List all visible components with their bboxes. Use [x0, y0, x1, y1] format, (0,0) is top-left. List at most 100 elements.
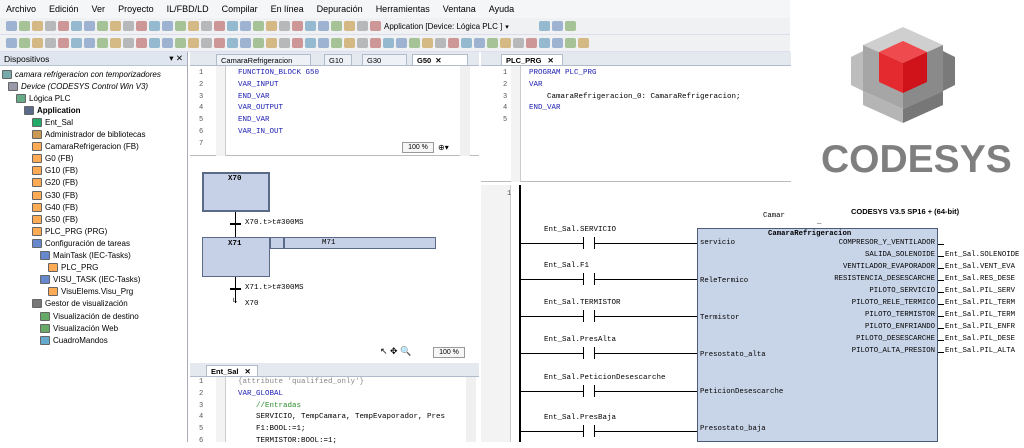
- plcprg-declaration[interactable]: 1 2 3 4 5 PROGRAM PLC_PRG VAR CamaraRefrigera…: [481, 66, 791, 182]
- toolbar-icon[interactable]: [565, 21, 576, 31]
- toolbar-icon[interactable]: [188, 21, 199, 31]
- toolbar-icon[interactable]: [305, 38, 316, 48]
- toolbar-icon[interactable]: [461, 38, 472, 48]
- toolbar-icon[interactable]: [448, 38, 459, 48]
- toolbar-icon[interactable]: [422, 38, 433, 48]
- toolbar-icon[interactable]: [58, 21, 69, 31]
- toolbar-icon[interactable]: [266, 21, 277, 31]
- tree-item[interactable]: G10 (FB): [32, 165, 78, 177]
- toolbar-icon[interactable]: [292, 21, 303, 31]
- toolbar-icon[interactable]: [305, 21, 316, 31]
- plcprg-code[interactable]: PROGRAM PLC_PRG VAR CamaraRefrigeracion_0…: [529, 68, 741, 115]
- toolbar-icon[interactable]: [149, 38, 160, 48]
- tree-item[interactable]: CamaraRefrigeracion (FB): [32, 141, 139, 153]
- toolbar-icon[interactable]: [292, 38, 303, 48]
- toolbar-icon[interactable]: [214, 38, 225, 48]
- no-contact[interactable]: [583, 237, 595, 249]
- toolbar-icon[interactable]: [539, 21, 550, 31]
- toolbar-icon[interactable]: [58, 38, 69, 48]
- close-icon[interactable]: ✕: [547, 56, 553, 65]
- toolbar-icon[interactable]: [6, 21, 17, 31]
- toolbar-icon[interactable]: [97, 38, 108, 48]
- tree-item[interactable]: G20 (FB): [32, 177, 78, 189]
- menu-item[interactable]: Archivo: [6, 4, 36, 14]
- sfc-transition-2[interactable]: [230, 288, 241, 290]
- tree-item[interactable]: G40 (FB): [32, 201, 78, 213]
- toolbar-icon[interactable]: [227, 38, 238, 48]
- tree-item[interactable]: Ent_Sal: [32, 116, 73, 128]
- tree-item[interactable]: Administrador de bibliotecas: [32, 129, 146, 141]
- close-icon[interactable]: ✕: [245, 367, 251, 376]
- toolbar-icon[interactable]: [136, 38, 147, 48]
- toolbar-icon[interactable]: [383, 38, 394, 48]
- menu-item[interactable]: Ver: [92, 4, 106, 14]
- menu-item[interactable]: Ayuda: [489, 4, 514, 14]
- toolbar-icon[interactable]: [19, 38, 30, 48]
- tree-item[interactable]: Visualización de destino: [40, 310, 139, 322]
- toolbar-icon[interactable]: [149, 21, 160, 31]
- tree-item[interactable]: CuadroMandos: [40, 334, 108, 346]
- tree-item[interactable]: PLC_PRG (PRG): [32, 225, 107, 237]
- toolbar-icon[interactable]: [162, 38, 173, 48]
- toolbar-icon[interactable]: [123, 38, 134, 48]
- toolbar-icon[interactable]: [175, 38, 186, 48]
- toolbar-icon[interactable]: [227, 21, 238, 31]
- menu-item[interactable]: Edición: [49, 4, 79, 14]
- toolbar-icon[interactable]: [253, 21, 264, 31]
- toolbar-icon[interactable]: [162, 21, 173, 31]
- g50-declaration[interactable]: FUNCTION_BLOCK G50 VAR_INPUT END_VAR VAR_OU…: [190, 66, 479, 156]
- toolbar-icon[interactable]: [84, 21, 95, 31]
- toolbar-icon[interactable]: [97, 21, 108, 31]
- toolbar-icon[interactable]: [487, 38, 498, 48]
- tab-camararefrigeracion[interactable]: CamaraRefrigeracion: [216, 54, 311, 65]
- pin-icon[interactable]: ▾ ✕: [169, 53, 183, 64]
- tree-item[interactable]: G30 (FB): [32, 189, 78, 201]
- toolbar-icon[interactable]: [578, 38, 589, 48]
- toolbar-icon[interactable]: [45, 21, 56, 31]
- toolbar-icon[interactable]: [565, 38, 576, 48]
- toolbar-icon[interactable]: [396, 38, 407, 48]
- tab-g50[interactable]: G50 ✕: [412, 54, 468, 65]
- toolbar-icon[interactable]: [175, 21, 186, 31]
- toolbar-icon[interactable]: [32, 38, 43, 48]
- toolbar-icon[interactable]: [45, 38, 56, 48]
- g50-code[interactable]: FUNCTION_BLOCK G50 VAR_INPUT END_VAR VAR_OU…: [238, 68, 319, 139]
- toolbar-icon[interactable]: [370, 21, 381, 31]
- toolbar-icon[interactable]: [331, 21, 342, 31]
- tree-item[interactable]: VISU_TASK (IEC-Tasks): [40, 274, 140, 286]
- toolbar-icon[interactable]: [513, 38, 524, 48]
- sfc-transition-1[interactable]: [230, 223, 241, 225]
- toolbar-icon[interactable]: [279, 38, 290, 48]
- no-contact[interactable]: [583, 347, 595, 359]
- toolbar-icon[interactable]: [357, 21, 368, 31]
- tree-item[interactable]: MainTask (IEC-Tasks): [40, 250, 131, 262]
- tab-g30[interactable]: G30: [362, 54, 407, 65]
- toolbar-icon[interactable]: [253, 38, 264, 48]
- toolbar-icon[interactable]: [474, 38, 485, 48]
- no-contact[interactable]: [583, 310, 595, 322]
- toolbar-icon[interactable]: [370, 38, 381, 48]
- tree-item[interactable]: VisuElems.Visu_Prg: [48, 286, 133, 298]
- toolbar-icon[interactable]: [71, 38, 82, 48]
- toolbar-icon[interactable]: [240, 38, 251, 48]
- toolbar-icon[interactable]: [318, 21, 329, 31]
- zoom-level[interactable]: 100 %: [402, 142, 434, 153]
- entsal-declaration[interactable]: 1 2 3 4 5 6 {attribute 'qualified_only'} VAR_G…: [190, 377, 479, 445]
- toolbar-icon[interactable]: [266, 38, 277, 48]
- application-selector[interactable]: Application [Device: Lógica PLC ] ▾: [384, 20, 509, 33]
- toolbar-icon[interactable]: [214, 21, 225, 31]
- toolbar-icon[interactable]: [32, 21, 43, 31]
- toolbar-icon[interactable]: [331, 38, 342, 48]
- g50-scrollbar[interactable]: [460, 66, 470, 156]
- menu-item[interactable]: Depuración: [317, 4, 363, 14]
- toolbar-icon[interactable]: [500, 38, 511, 48]
- toolbar-icon[interactable]: [6, 38, 17, 48]
- tree-item[interactable]: camara refrigeracion con temporizadores: [2, 68, 161, 80]
- tree-item[interactable]: Device (CODESYS Control Win V3): [8, 80, 148, 92]
- toolbar-icon[interactable]: [552, 38, 563, 48]
- toolbar-icon[interactable]: [123, 21, 134, 31]
- tree-item[interactable]: Lógica PLC: [16, 92, 70, 104]
- menu-item[interactable]: En línea: [271, 4, 304, 14]
- toolbar-icon[interactable]: [435, 38, 446, 48]
- zoom-level-sfc[interactable]: 100 %: [433, 347, 465, 358]
